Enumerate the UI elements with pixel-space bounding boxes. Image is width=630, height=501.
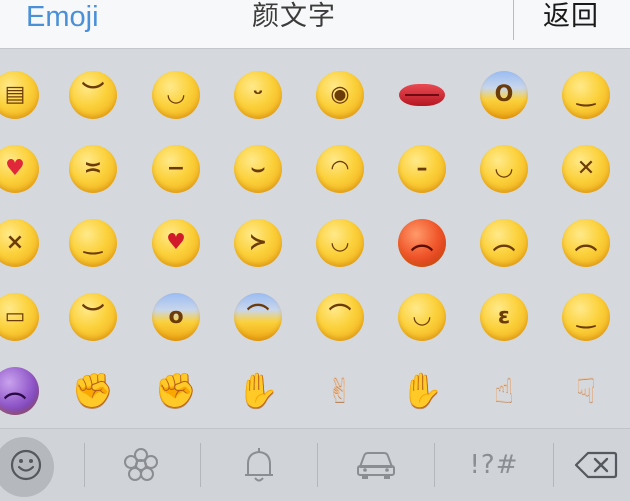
emoji-fearful[interactable]: o <box>147 288 205 346</box>
emoji-disappointed-relieved[interactable]: ︵ <box>557 214 615 272</box>
emoji-thumbsup[interactable]: ✋ <box>229 362 287 420</box>
emoji-joy[interactable]: ◡ <box>311 214 369 272</box>
category-objects[interactable] <box>230 429 288 501</box>
emoji-relaxed[interactable]: ‿ <box>557 288 615 346</box>
backspace-icon <box>574 451 618 479</box>
emoji-sweat[interactable]: − <box>147 140 205 198</box>
emoji-grimacing[interactable]: ▤ <box>0 66 44 124</box>
emoji-grid: ▤ ︶ ◡ ᵕ ◉ O ‿ ♥ ≍ − ⌣ ◠ – ◡ ✕ × ‿ ♥ ≻ ◡ … <box>0 48 630 428</box>
emoji-point-down[interactable]: ☟ <box>557 362 615 420</box>
emoji-confounded[interactable]: ≍ <box>64 140 122 198</box>
emoji-imp[interactable]: ︵ <box>0 362 44 420</box>
emoji-kissing-closed-eyes[interactable]: ε <box>475 288 533 346</box>
bell-icon <box>245 448 273 482</box>
emoji-dizzy-face[interactable]: × <box>0 214 44 272</box>
category-travel[interactable] <box>346 429 406 501</box>
emoji-stuck-out-tongue-winking-eye[interactable]: ᵕ <box>229 66 287 124</box>
toolbar-divider <box>553 443 554 487</box>
toolbar-divider <box>317 443 318 487</box>
emoji-v[interactable]: ✌ <box>311 362 369 420</box>
emoji-smirk[interactable]: ⌣ <box>229 140 287 198</box>
toolbar-divider <box>434 443 435 487</box>
emoji-cold-sweat[interactable]: ⌒ <box>229 288 287 346</box>
back-button[interactable]: 返回 <box>543 0 599 48</box>
category-smileys[interactable] <box>0 429 54 501</box>
toolbar-divider <box>200 443 201 487</box>
car-icon <box>357 452 395 479</box>
emoji-tired-face[interactable]: ✕ <box>557 140 615 198</box>
emoji-kissing-heart[interactable]: ♥ <box>147 214 205 272</box>
header-divider <box>513 0 514 40</box>
flower-icon <box>124 448 158 481</box>
smiley-icon <box>10 449 42 481</box>
tab-emoji[interactable]: Emoji <box>26 0 99 48</box>
emoji-mask[interactable]: ▭ <box>0 288 44 346</box>
tab-kaomoji[interactable]: 颜文字 <box>252 0 336 48</box>
emoji-relieved[interactable]: ‿ <box>557 66 615 124</box>
emoji-pensive[interactable]: ︶ <box>64 66 122 124</box>
emoji-unamused[interactable]: – <box>393 140 451 198</box>
emoji-rage[interactable]: ︵ <box>393 214 451 272</box>
emoji-stuck-out-tongue-closed-eyes[interactable]: ≻ <box>229 214 287 272</box>
emoji-sleepy[interactable]: ︶ <box>64 288 122 346</box>
emoji-grin[interactable]: ◡ <box>475 140 533 198</box>
category-toolbar: !?# <box>0 428 630 501</box>
emoji-lips[interactable] <box>393 66 451 124</box>
emoji-blush[interactable]: ◡ <box>147 66 205 124</box>
symbols-label: !?# <box>469 450 519 480</box>
emoji-heart-eyes[interactable]: ♥ <box>0 140 44 198</box>
emoji-disappointed[interactable]: ⌒ <box>311 288 369 346</box>
emoji-angry[interactable]: ︵ <box>475 214 533 272</box>
emoji-thumbsdown[interactable]: ✋ <box>393 362 451 420</box>
emoji-sob[interactable]: ◠ <box>311 140 369 198</box>
symbols-key[interactable]: !?# <box>458 429 530 501</box>
backspace-button[interactable] <box>568 429 624 501</box>
emoji-punch[interactable]: ✊ <box>147 362 205 420</box>
emoji-wink[interactable]: ‿ <box>64 214 122 272</box>
emoji-point-up[interactable]: ☝ <box>475 362 533 420</box>
category-nature[interactable] <box>112 429 170 501</box>
emoji-keyboard-header: Emoji 颜文字 返回 <box>0 0 630 49</box>
emoji-scream[interactable]: O <box>475 66 533 124</box>
emoji-smiley[interactable]: ◡ <box>393 288 451 346</box>
toolbar-divider <box>84 443 85 487</box>
emoji-flushed[interactable]: ◉ <box>311 66 369 124</box>
emoji-muscle[interactable]: ✊ <box>64 362 122 420</box>
